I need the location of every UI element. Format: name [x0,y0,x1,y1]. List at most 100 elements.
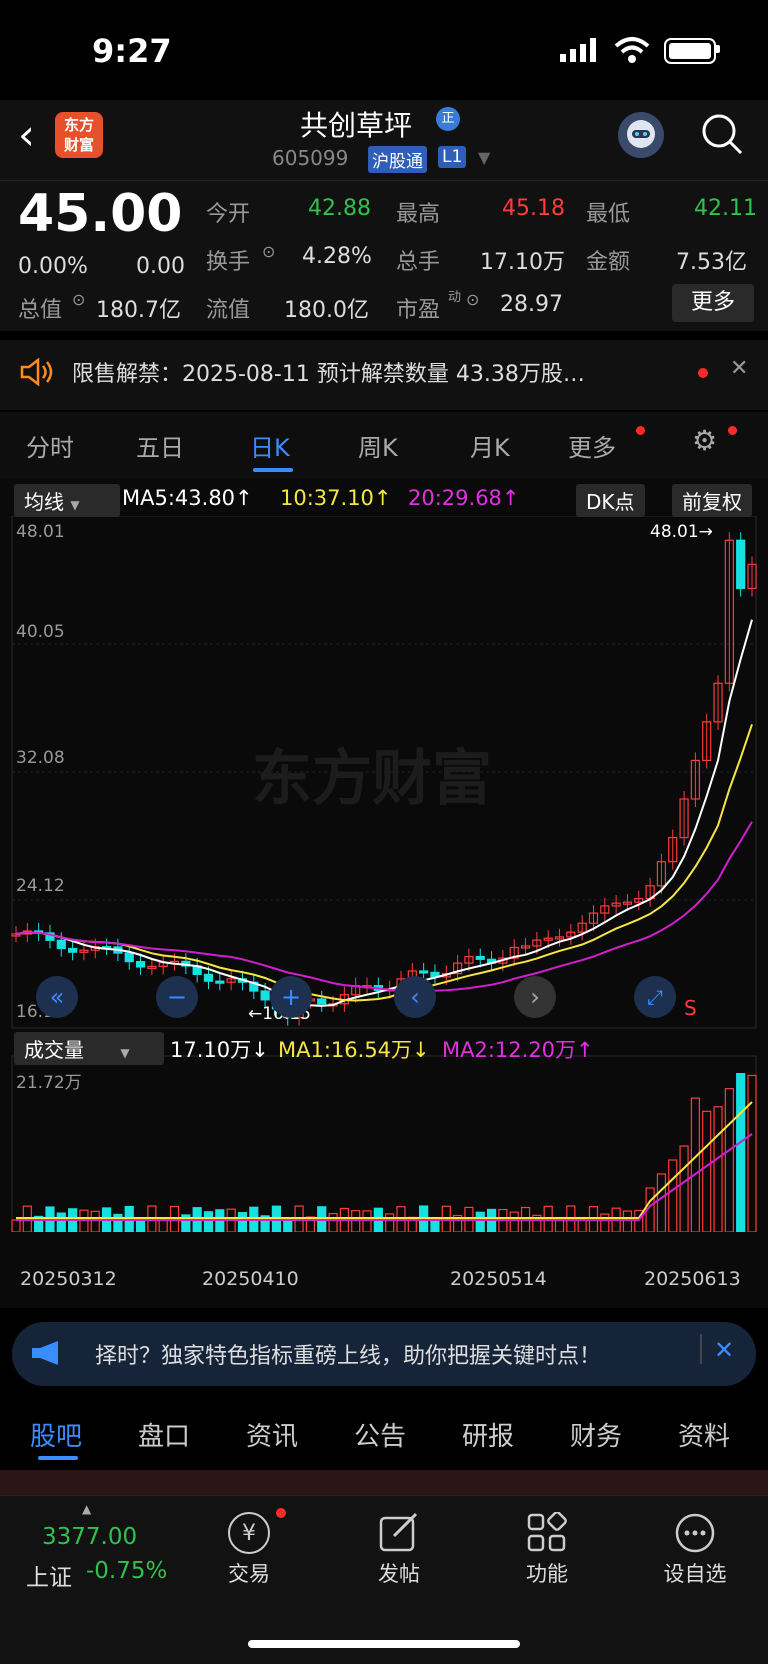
banner-text[interactable]: 择时？独家特色指标重磅上线，助你把握关键时点！ [95,1338,601,1370]
red-dot [698,368,708,378]
volume-label: 总手 [396,250,441,275]
tab-monthly-k[interactable]: 月K [470,428,510,463]
tab-finance[interactable]: 财务 [570,1416,622,1453]
edit-post-icon[interactable] [378,1512,420,1554]
tab-pankou[interactable]: 盘口 [138,1416,190,1453]
add-watchlist-button[interactable]: 设自选 [650,1558,740,1588]
more-button[interactable]: 更多 [672,284,754,322]
divider [700,1334,702,1364]
function-button[interactable]: 功能 [502,1558,592,1588]
y-label-1: 48.01 [16,522,65,542]
open-label: 今开 [206,202,251,227]
tab-more[interactable]: 更多 [568,428,616,463]
red-dot [636,426,645,435]
zoom-out-icon[interactable]: − [156,976,198,1018]
home-indicator [248,1640,520,1648]
stock-code: 605099 [272,146,349,170]
watchlist-icon[interactable] [674,1512,716,1554]
tab-research[interactable]: 研报 [462,1416,514,1453]
scroll-right-icon[interactable]: › [514,976,556,1018]
date-label-1: 20250312 [20,1268,117,1290]
ma10-label: 10:37.10↑ [280,486,392,510]
chevron-up-icon[interactable]: ▲ [82,1502,91,1516]
turnover-value: 4.28% [302,244,372,269]
date-label-3: 20250514 [450,1268,547,1290]
index-change[interactable]: -0.75% [86,1558,167,1584]
float-label: 流值 [206,298,251,323]
low-label: 最低 [586,202,631,227]
change-value: 0.00 [136,254,185,279]
active-tab-underline [253,468,293,472]
index-name[interactable]: 上证 [26,1558,72,1592]
ma-select[interactable]: 均线 ▼ [14,484,120,517]
volume-max-label: 21.72万 [16,1073,82,1093]
hgt-badge: 沪股通 [368,146,427,173]
cellular-signal-icon [560,38,596,62]
scroll-left-fast-icon[interactable]: « [36,976,78,1018]
volume-select[interactable]: 成交量 ▼ [14,1032,164,1065]
date-label-4: 20250613 [644,1268,741,1290]
adjust-button[interactable]: 前复权 [672,484,752,517]
index-value[interactable]: 3377.00 [42,1524,137,1550]
high-label: 最高 [396,202,441,227]
mktcap-value: 180.7亿 [96,298,181,323]
yuan-trade-icon[interactable]: ¥ [228,1512,270,1554]
open-value: 42.88 [308,196,371,221]
red-dot [728,426,737,435]
pe-label: 市盈 [396,298,441,323]
chevron-down-icon[interactable]: ▼ [478,148,490,167]
trade-button[interactable]: 交易 [204,1558,294,1588]
close-icon[interactable]: ✕ [714,1336,734,1364]
gear-icon[interactable]: ⚙ [692,424,717,457]
post-button[interactable]: 发帖 [354,1558,444,1588]
y-label-2: 40.05 [16,622,65,642]
watermark: 东方财富 [252,744,492,814]
back-icon[interactable]: ‹ [18,110,35,159]
zoom-in-icon[interactable]: + [270,976,312,1018]
sell-mark: S [684,996,697,1020]
info-icon[interactable]: ⊙ [72,290,85,309]
megaphone-icon [32,1341,58,1365]
stock-name: 共创草坪 [300,109,413,142]
function-grid-icon[interactable] [526,1512,568,1554]
search-icon[interactable] [700,112,744,156]
l1-badge: L1 [438,146,467,168]
pe-value: 28.97 [500,292,563,317]
ma5-label: MA5:43.80↑ [122,486,253,510]
tab-announce[interactable]: 公告 [354,1416,406,1453]
pe-dynamic-sup: 动 [448,290,462,305]
tab-weekly-k[interactable]: 周K [358,428,398,463]
kline-svg [11,516,757,1232]
tab-daily-k[interactable]: 日K [250,428,290,463]
y-label-3: 32.08 [16,748,65,768]
volume-value: 17.10万 [480,250,565,275]
tab-five-day[interactable]: 五日 [136,428,184,463]
hidden-post-strip [0,1470,768,1498]
zheng-badge: 正 [436,107,460,131]
fullscreen-icon[interactable]: ⤢ [634,976,676,1018]
robot-assistant-icon[interactable] [618,112,664,158]
dk-point-button[interactable]: DK点 [576,484,645,517]
battery-icon [664,38,716,64]
info-icon[interactable]: ⊙ [262,242,275,261]
tab-news[interactable]: 资讯 [246,1416,298,1453]
close-icon[interactable]: ✕ [730,356,748,381]
tab-guba[interactable]: 股吧 [30,1416,82,1453]
wifi-icon [614,37,650,63]
tab-intraday[interactable]: 分时 [26,428,74,463]
red-dot [276,1508,286,1518]
y-label-4: 24.12 [16,876,65,896]
date-label-2: 20250410 [202,1268,299,1290]
max-marker: 48.01→ [650,522,713,542]
change-pct: 0.00% [18,254,88,279]
eastmoney-logo[interactable]: 东方 财富 [55,112,103,158]
info-icon[interactable]: ⊙ [466,290,479,309]
mktcap-label: 总值 [18,298,63,323]
tab-profile[interactable]: 资料 [678,1416,730,1453]
scroll-left-icon[interactable]: ‹ [394,976,436,1018]
battery-tip [716,45,720,53]
notice-text[interactable]: 限售解禁：2025-08-11 预计解禁数量 43.38万股… [72,356,585,388]
current-price: 45.00 [18,184,183,244]
amount-value: 7.53亿 [676,250,747,275]
volume-ma1: MA1:16.54万↓ [278,1038,430,1062]
